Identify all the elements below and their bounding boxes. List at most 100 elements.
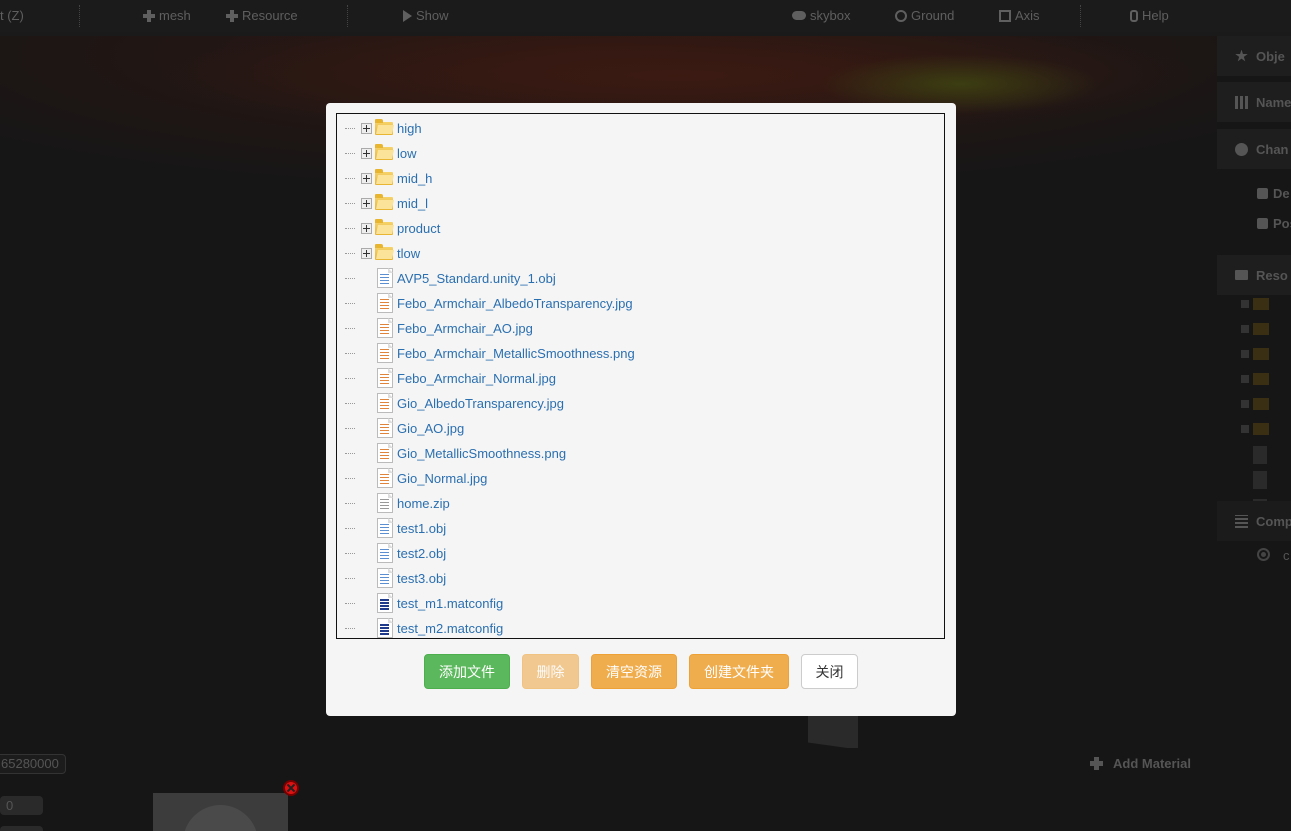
- number-input-2[interactable]: [0, 826, 43, 831]
- tree-item-label[interactable]: home.zip: [397, 496, 450, 511]
- tree-item-label[interactable]: mid_l: [397, 196, 428, 211]
- tree-file-item[interactable]: Gio_AO.jpg: [337, 416, 944, 441]
- play-icon: [403, 9, 412, 22]
- axis-label: Axis: [1015, 8, 1040, 23]
- tree-item-label[interactable]: AVP5_Standard.unity_1.obj: [397, 271, 556, 286]
- tree-connector: [345, 628, 355, 629]
- tree-item-label[interactable]: low: [397, 146, 417, 161]
- tree-connector: [345, 278, 355, 279]
- remove-material-icon[interactable]: [283, 780, 299, 796]
- file-icon: [377, 318, 393, 338]
- channel-checkbox-1[interactable]: De: [1257, 186, 1290, 201]
- channel-section-label: Chan: [1256, 141, 1289, 157]
- tree-file-item[interactable]: Febo_Armchair_MetallicSmoothness.png: [337, 341, 944, 366]
- tree-item-label[interactable]: Gio_AlbedoTransparency.jpg: [397, 396, 564, 411]
- tree-item-label[interactable]: product: [397, 221, 440, 236]
- properties-panel: Obje Name Chan De Pos Reso Comp c: [1217, 36, 1291, 831]
- tree-item-label[interactable]: Gio_MetallicSmoothness.png: [397, 446, 566, 461]
- tree-folder-item[interactable]: tlow: [337, 241, 944, 266]
- skybox-button[interactable]: skybox: [792, 8, 850, 23]
- file-icon: [377, 343, 393, 363]
- resource-tree-folder[interactable]: [1241, 370, 1291, 388]
- tree-item-label[interactable]: test_m1.matconfig: [397, 596, 503, 611]
- axis-button[interactable]: Axis: [999, 8, 1040, 23]
- tree-file-item[interactable]: Gio_AlbedoTransparency.jpg: [337, 391, 944, 416]
- tree-folder-item[interactable]: low: [337, 141, 944, 166]
- tree-file-item[interactable]: test_m1.matconfig: [337, 591, 944, 616]
- folder-icon: [375, 194, 393, 210]
- tree-item-label[interactable]: Febo_Armchair_Normal.jpg: [397, 371, 556, 386]
- tree-folder-item[interactable]: mid_h: [337, 166, 944, 191]
- tree-file-item[interactable]: test1.obj: [337, 516, 944, 541]
- tree-file-item[interactable]: Gio_Normal.jpg: [337, 466, 944, 491]
- file-tree[interactable]: high low mid_h mid_lproduct tlow AVP5_Standar…: [336, 113, 945, 639]
- resource-section-header[interactable]: Reso: [1217, 255, 1291, 295]
- create-folder-button[interactable]: 创建文件夹: [689, 654, 789, 689]
- expand-plus-icon[interactable]: [361, 148, 372, 159]
- object-section-header[interactable]: Obje: [1217, 36, 1291, 76]
- resource-tree-folder[interactable]: [1241, 320, 1291, 338]
- tree-folder-item[interactable]: product: [337, 216, 944, 241]
- close-button[interactable]: 关闭: [801, 654, 858, 689]
- tree-item-label[interactable]: Gio_AO.jpg: [397, 421, 464, 436]
- mesh-button[interactable]: mesh: [143, 8, 191, 23]
- add-material-button[interactable]: Add Material: [1090, 756, 1191, 771]
- tree-item-label[interactable]: Febo_Armchair_MetallicSmoothness.png: [397, 346, 635, 361]
- select-tool[interactable]: t (Z): [0, 8, 24, 23]
- tree-folder-item[interactable]: high: [337, 116, 944, 141]
- tree-item-label[interactable]: mid_h: [397, 171, 432, 186]
- tree-connector: [345, 553, 355, 554]
- dialog-button-row: 添加文件 删除 清空资源 创建文件夹 关闭: [326, 654, 956, 690]
- expand-icon: [999, 9, 1011, 22]
- resource-tree-folder[interactable]: [1241, 345, 1291, 363]
- component-section-header[interactable]: Comp: [1217, 501, 1291, 541]
- value-input[interactable]: 65280000: [0, 754, 66, 774]
- resource-tree-folder[interactable]: [1241, 420, 1291, 438]
- tree-item-label[interactable]: test1.obj: [397, 521, 446, 536]
- tree-item-label[interactable]: test2.obj: [397, 546, 446, 561]
- channel-section-header[interactable]: Chan: [1217, 129, 1291, 169]
- resource-label: Resource: [242, 8, 298, 23]
- tree-file-item[interactable]: Febo_Armchair_AlbedoTransparency.jpg: [337, 291, 944, 316]
- show-button[interactable]: Show: [403, 8, 449, 23]
- tree-item-label[interactable]: tlow: [397, 246, 420, 261]
- component-radio[interactable]: [1257, 548, 1270, 561]
- tree-item-label[interactable]: high: [397, 121, 422, 136]
- delete-button[interactable]: 删除: [522, 654, 579, 689]
- folder-icon: [375, 144, 393, 160]
- tree-item-label[interactable]: test3.obj: [397, 571, 446, 586]
- tree-item-label[interactable]: Gio_Normal.jpg: [397, 471, 487, 486]
- expand-plus-icon[interactable]: [361, 223, 372, 234]
- expand-plus-icon[interactable]: [361, 123, 372, 134]
- clear-resources-button[interactable]: 清空资源: [591, 654, 677, 689]
- resource-tree-file[interactable]: [1241, 446, 1291, 464]
- tree-file-item[interactable]: test3.obj: [337, 566, 944, 591]
- tree-file-item[interactable]: Gio_MetallicSmoothness.png: [337, 441, 944, 466]
- expand-plus-icon[interactable]: [361, 198, 372, 209]
- resource-tree-file[interactable]: [1241, 471, 1291, 489]
- name-section-header[interactable]: Name: [1217, 82, 1291, 122]
- number-input[interactable]: 0: [0, 796, 43, 815]
- tree-item-label[interactable]: test_m2.matconfig: [397, 621, 503, 636]
- checkbox-icon: [1257, 218, 1268, 229]
- help-button[interactable]: Help: [1130, 8, 1169, 23]
- expand-plus-icon[interactable]: [361, 173, 372, 184]
- ground-button[interactable]: Ground: [895, 8, 954, 23]
- add-file-button[interactable]: 添加文件: [424, 654, 510, 689]
- tree-item-label[interactable]: Febo_Armchair_AO.jpg: [397, 321, 533, 336]
- tree-folder-item[interactable]: mid_l: [337, 191, 944, 216]
- tree-file-item[interactable]: test_m2.matconfig: [337, 616, 944, 638]
- tree-connector: [345, 378, 355, 379]
- tree-file-item[interactable]: Febo_Armchair_AO.jpg: [337, 316, 944, 341]
- resource-tree-folder[interactable]: [1241, 395, 1291, 413]
- material-thumbnail[interactable]: [153, 793, 288, 831]
- resource-tree-folder[interactable]: [1241, 295, 1291, 313]
- tree-file-item[interactable]: AVP5_Standard.unity_1.obj: [337, 266, 944, 291]
- resource-button[interactable]: Resource: [226, 8, 298, 23]
- tree-file-item[interactable]: home.zip: [337, 491, 944, 516]
- tree-item-label[interactable]: Febo_Armchair_AlbedoTransparency.jpg: [397, 296, 633, 311]
- tree-file-item[interactable]: Febo_Armchair_Normal.jpg: [337, 366, 944, 391]
- expand-plus-icon[interactable]: [361, 248, 372, 259]
- tree-file-item[interactable]: test2.obj: [337, 541, 944, 566]
- channel-checkbox-2[interactable]: Pos: [1257, 216, 1291, 231]
